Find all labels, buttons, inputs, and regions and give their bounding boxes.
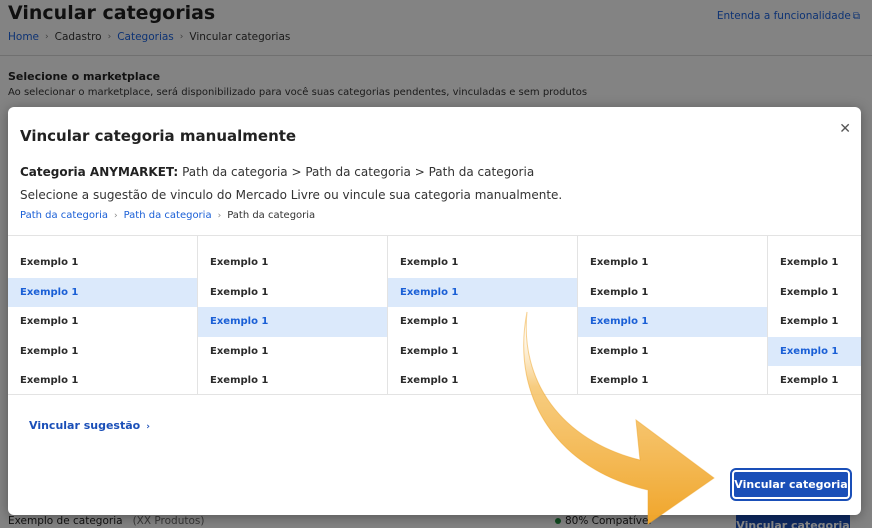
category-option[interactable]: Exemplo 1 bbox=[388, 248, 577, 278]
category-column: Exemplo 1 Exemplo 1 Exemplo 1 Exemplo 1 Exem… bbox=[578, 236, 768, 394]
chevron-right-icon: › bbox=[113, 210, 118, 221]
modal-breadcrumb: Path da categoria › Path da categoria › … bbox=[20, 210, 315, 221]
category-option-selected[interactable]: Exemplo 1 bbox=[198, 307, 387, 337]
category-option-selected[interactable]: Exemplo 1 bbox=[768, 336, 861, 366]
category-columns: Exemplo 1 Exemplo 1 Exemplo 1 Exemplo 1 Exem… bbox=[8, 235, 861, 395]
category-option-selected[interactable]: Exemplo 1 bbox=[388, 277, 577, 307]
category-option[interactable]: Exemplo 1 bbox=[8, 307, 197, 337]
category-option[interactable]: Exemplo 1 bbox=[578, 278, 767, 308]
category-path-value: Path da categoria > Path da categoria > … bbox=[182, 165, 535, 179]
link-suggestion-label: Vincular sugestão bbox=[29, 419, 141, 432]
anymarket-category-path: Categoria ANYMARKET: Path da categoria >… bbox=[20, 165, 534, 179]
category-option[interactable]: Exemplo 1 bbox=[388, 307, 577, 337]
category-option[interactable]: Exemplo 1 bbox=[198, 337, 387, 367]
category-option[interactable]: Exemplo 1 bbox=[578, 366, 767, 396]
link-category-modal: Vincular categoria manualmente ✕ Categor… bbox=[8, 107, 861, 515]
category-option[interactable]: Exemplo 1 bbox=[198, 248, 387, 278]
close-icon[interactable]: ✕ bbox=[839, 121, 851, 137]
category-option[interactable]: Exemplo 1 bbox=[198, 366, 387, 396]
chevron-right-icon: › bbox=[217, 210, 222, 221]
category-path-label: Categoria ANYMARKET: bbox=[20, 165, 179, 179]
category-option[interactable]: Exemplo 1 bbox=[8, 366, 197, 396]
category-option[interactable]: Exemplo 1 bbox=[198, 278, 387, 308]
chevron-right-icon: › bbox=[146, 422, 150, 432]
category-column: Exemplo 1 Exemplo 1 Exemplo 1 Exemplo 1 Exem… bbox=[198, 236, 388, 394]
modal-title: Vincular categoria manualmente bbox=[20, 127, 297, 145]
category-option[interactable]: Exemplo 1 bbox=[578, 337, 767, 367]
category-option[interactable]: Exemplo 1 bbox=[388, 366, 577, 396]
link-category-button[interactable]: Vincular categoria bbox=[732, 470, 850, 499]
category-option[interactable]: Exemplo 1 bbox=[8, 337, 197, 367]
category-option[interactable]: Exemplo 1 bbox=[768, 248, 861, 278]
modal-breadcrumb-item[interactable]: Path da categoria bbox=[124, 210, 212, 221]
category-column: Exemplo 1 Exemplo 1 Exemplo 1 Exemplo 1 Exem… bbox=[388, 236, 578, 394]
category-option[interactable]: Exemplo 1 bbox=[8, 248, 197, 278]
category-column: Exemplo 1 Exemplo 1 Exemplo 1 Exemplo 1 Exem… bbox=[768, 236, 861, 394]
category-column: Exemplo 1 Exemplo 1 Exemplo 1 Exemplo 1 Exem… bbox=[8, 236, 198, 394]
modal-breadcrumb-item[interactable]: Path da categoria bbox=[20, 210, 108, 221]
category-option[interactable]: Exemplo 1 bbox=[768, 278, 861, 308]
category-option[interactable]: Exemplo 1 bbox=[388, 337, 577, 367]
category-option[interactable]: Exemplo 1 bbox=[768, 366, 861, 396]
category-option-selected[interactable]: Exemplo 1 bbox=[8, 277, 197, 307]
category-option-selected[interactable]: Exemplo 1 bbox=[578, 307, 767, 337]
link-suggestion-link[interactable]: Vincular sugestão › bbox=[29, 419, 150, 432]
modal-breadcrumb-current: Path da categoria bbox=[227, 210, 316, 221]
category-option[interactable]: Exemplo 1 bbox=[768, 307, 861, 337]
modal-instruction: Selecione a sugestão de vinculo do Merca… bbox=[20, 188, 563, 202]
category-option[interactable]: Exemplo 1 bbox=[578, 248, 767, 278]
